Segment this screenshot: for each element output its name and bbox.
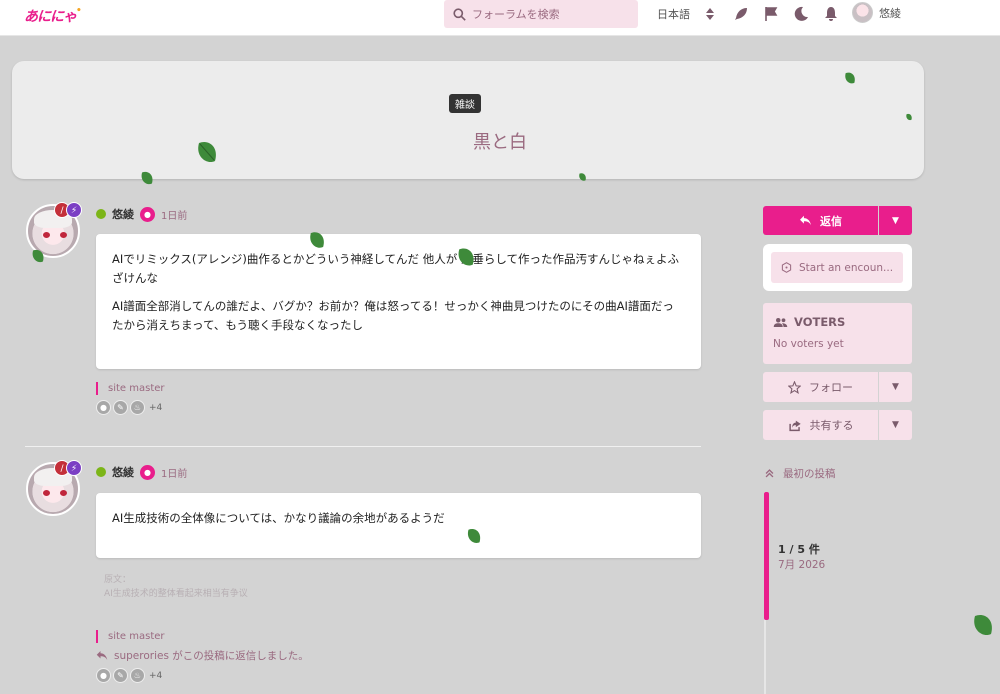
post-reactions: ● ✎ ♨ +4 [96,668,162,683]
users-icon [773,317,788,327]
reply-button[interactable]: 返信 [763,206,878,235]
leaf-icon [458,248,474,266]
logo-suffix: • [76,6,82,16]
post-time[interactable]: 1日前 [161,207,187,222]
lightbulb-icon: ● [140,206,155,222]
topic-header [12,61,924,179]
site-logo[interactable]: あににゃ• [24,6,82,26]
lightbulb-icon: ● [140,464,155,480]
post-paragraph: AI譜面全部消してんの誰だよ、バグか？お前か？俺は怒ってる！せっかく神曲見つけた… [112,298,674,332]
share-icon [788,420,801,431]
leaf-icon [467,529,481,543]
post-author[interactable]: 悠綾 [112,206,134,222]
encounter-label: Start an encoun... [799,261,894,274]
lightning-badge-icon: ⚡ [66,202,82,218]
edit-icon[interactable]: ✎ [113,400,128,415]
progress-count: 1 / 5 件 [778,543,820,556]
flag-icon[interactable] [763,6,779,22]
voters-heading: VOTERS [773,315,902,329]
post-meta: 悠綾 ● 1日前 [96,464,187,480]
chevron-down-icon: ▼ [892,420,899,430]
share-button[interactable]: 共有する [763,410,878,440]
chevron-down-icon: ▼ [892,382,899,392]
search-input[interactable] [472,7,622,21]
sort-icon[interactable] [702,6,718,22]
lightning-badge-icon: ⚡ [66,460,82,476]
post-content: AIでリミックス(アレンジ)曲作るとかどういう神経してんだ 他人が 涎垂らして作… [96,234,701,369]
encounter-button[interactable]: Start an encoun... [771,252,903,283]
post-paragraph: AI生成技術の全体像については、かなり議論の余地があるようだ [112,511,445,525]
leaf-icon [906,113,912,121]
first-post-label: 最初の投稿 [783,468,836,480]
lightbulb-icon[interactable]: ● [96,668,111,683]
post-time[interactable]: 1日前 [161,465,187,480]
leaf-icon [310,232,324,248]
online-dot-icon [96,467,106,477]
voters-panel: VOTERS No voters yet [763,303,912,364]
leaf-icon [974,614,992,636]
reply-dropdown-button[interactable]: ▼ [879,206,912,235]
edit-icon[interactable]: ✎ [113,668,128,683]
post-paragraph: AIでリミックス(アレンジ)曲作るとかどういう神経してんだ 他人が 涎垂らして作… [112,252,680,285]
star-icon [788,380,801,394]
language-selector[interactable]: 日本語 [657,6,690,22]
search-icon [453,7,466,21]
encounter-panel: Start an encoun... [763,244,912,291]
online-dot-icon [96,209,106,219]
leaf-icon [579,173,586,181]
post-signature: site master [96,382,165,395]
post-meta: 悠綾 ● 1日前 [96,206,187,222]
fire-icon[interactable]: ♨ [130,400,145,415]
feather-icon[interactable] [733,6,749,22]
category-badge[interactable]: 雑談 [449,94,481,113]
more-reactions[interactable]: +4 [149,403,162,413]
leaf-icon [198,141,216,163]
post-signature: site master [96,630,165,643]
first-post-link[interactable]: 最初の投稿 [764,466,836,481]
timeline-scrubber[interactable] [764,492,769,620]
reply-notice[interactable]: superories がこの投稿に返信しました。 [96,648,309,663]
more-reactions[interactable]: +4 [149,671,162,681]
follow-dropdown-button[interactable]: ▼ [879,372,912,402]
avatar-eye [43,490,50,496]
replied-user[interactable]: superories [114,650,169,662]
chevrons-up-icon [765,469,774,478]
fire-icon[interactable]: ♨ [130,668,145,683]
leaf-icon [32,249,44,263]
user-menu[interactable]: 悠綾 [852,2,901,23]
post-divider [25,446,701,447]
post-author[interactable]: 悠綾 [112,464,134,480]
share-dropdown-button[interactable]: ▼ [879,410,912,440]
top-navbar: あににゃ• 日本語 悠綾 [0,0,1000,36]
post-reactions: ● ✎ ♨ +4 [96,400,162,415]
leaf-icon [141,171,153,185]
quote-label: 原文： [104,575,132,585]
chevron-down-icon: ▼ [892,215,899,226]
logo-text: あににゃ [24,9,77,25]
reply-label: 返信 [820,214,842,228]
share-label: 共有する [809,419,854,432]
bell-icon[interactable] [823,6,839,22]
reply-icon [96,651,108,660]
dice-icon [781,262,792,273]
lightbulb-icon[interactable]: ● [96,400,111,415]
follow-label: フォロー [809,381,853,394]
reply-icon [800,215,811,226]
follow-button[interactable]: フォロー [763,372,878,402]
leaf-icon [845,72,855,84]
avatar-eye [60,490,67,496]
replied-text: がこの投稿に返信しました。 [172,650,309,662]
avatar [852,2,873,23]
progress-date: 7月 2026 [778,559,826,571]
voters-empty: No voters yet [773,338,844,350]
avatar-eye [43,232,50,238]
avatar-eye [60,232,67,238]
search-box[interactable] [444,0,638,28]
moon-icon[interactable] [793,6,809,22]
post-content: AI生成技術の全体像については、かなり議論の余地があるようだ [96,493,701,558]
quote-text: AI生成技术的整体看起来相当有争议 [104,589,248,599]
page-title: 黒と白 [473,132,527,153]
voters-title: VOTERS [794,315,846,329]
username: 悠綾 [879,6,901,20]
